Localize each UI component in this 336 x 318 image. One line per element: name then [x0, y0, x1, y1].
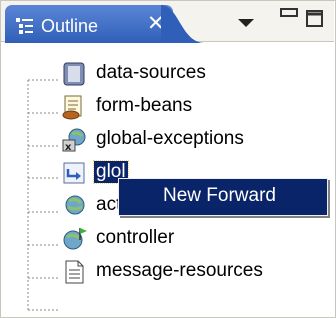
tree-item-label: controller	[96, 227, 175, 248]
menu-item-new-forward[interactable]: New Forward	[163, 185, 276, 207]
tab-outline-label: Outline	[41, 16, 99, 36]
tree-item-label: form-beans	[96, 95, 193, 116]
maximize-icon[interactable]	[305, 9, 325, 34]
tab-outline[interactable]: Outline ✕	[5, 5, 173, 43]
tree-item-label: global-exceptions	[96, 128, 244, 149]
outline-icon	[15, 16, 35, 41]
view-menu-icon[interactable]	[237, 16, 255, 34]
action-mappings-icon	[60, 193, 88, 219]
view-toolbar: Outline ✕	[1, 1, 334, 43]
tab-curve	[161, 5, 205, 43]
tree-item-label: data-sources	[96, 62, 206, 83]
context-menu: New Forward	[118, 178, 328, 216]
tree-item-label: message-resources	[96, 260, 263, 281]
data-sources-icon	[60, 61, 88, 87]
minimize-icon[interactable]	[279, 7, 299, 25]
message-resources-icon	[60, 259, 88, 285]
svg-text:x: x	[65, 142, 72, 153]
form-beans-icon	[60, 94, 88, 120]
controller-icon	[60, 226, 88, 252]
global-exceptions-icon: x	[60, 127, 88, 153]
global-forwards-icon	[60, 160, 88, 186]
